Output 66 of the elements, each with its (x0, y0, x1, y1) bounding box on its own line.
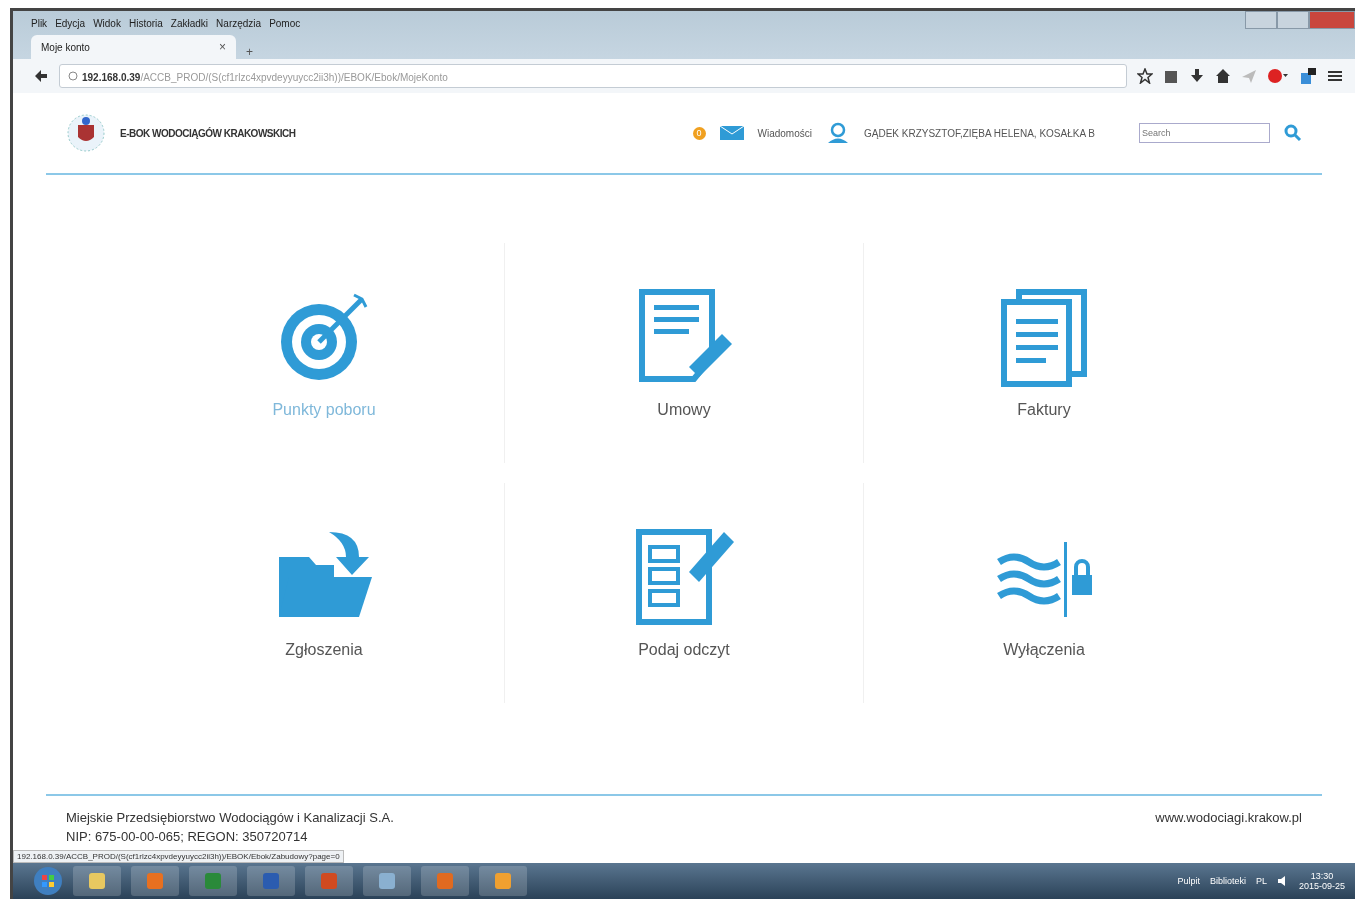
taskbar-app[interactable] (73, 866, 121, 896)
site-title: E-BOK WODOCIĄGÓW KRAKOWSKICH (120, 127, 296, 139)
taskbar-app[interactable] (189, 866, 237, 896)
form-pen-icon (634, 527, 734, 627)
taskbar-app[interactable] (131, 866, 179, 896)
download-icon[interactable] (1189, 68, 1205, 84)
menu-item[interactable]: Plik (31, 17, 48, 29)
app-icon (377, 871, 397, 891)
home-icon[interactable] (1215, 68, 1231, 84)
extension-icon[interactable] (1299, 67, 1317, 85)
menu-item[interactable]: Historia (128, 17, 163, 29)
menu-tile[interactable]: Umowy (504, 243, 864, 463)
menu-item[interactable]: Zakładki (170, 17, 209, 29)
maximize-button[interactable] (1277, 11, 1309, 29)
adblock-icon[interactable] (1267, 68, 1289, 84)
search-icon[interactable] (1284, 124, 1302, 142)
app-icon (319, 871, 339, 891)
menu-tile[interactable]: Faktury (864, 243, 1224, 463)
menu-item[interactable]: Widok (93, 17, 121, 29)
app-icon (261, 871, 281, 891)
search-field[interactable]: Search (1139, 123, 1270, 143)
clock-time: 13:30 (1310, 871, 1334, 881)
taskbar-app[interactable] (421, 866, 469, 896)
menu-item[interactable]: Narzędzia (216, 17, 262, 29)
minimize-button[interactable] (1245, 11, 1277, 29)
url-host: 192.168.0.39 (82, 72, 141, 83)
crest-logo (66, 113, 106, 153)
website-link[interactable]: www.wodociagi.krakow.pl (1155, 810, 1302, 844)
menu-tile[interactable]: Podaj odczyt (504, 483, 864, 703)
app-icon (435, 871, 455, 891)
envelope-icon[interactable] (719, 126, 744, 140)
toolbar-label[interactable]: Pulpit (1177, 876, 1200, 886)
browser-tab[interactable]: Moje konto × (31, 35, 236, 59)
language-indicator[interactable]: PL (1255, 876, 1267, 886)
menu-tile[interactable]: Zgłoszenia (144, 483, 504, 703)
new-tab-button[interactable]: + (246, 45, 253, 59)
menu-item[interactable]: Edycja (55, 17, 86, 29)
libraries-label[interactable]: Biblioteki (1209, 876, 1246, 886)
app-icon (203, 871, 223, 891)
menu-item[interactable]: Pomoc (269, 17, 301, 29)
taskbar-app[interactable] (479, 866, 527, 896)
tab-close-button[interactable]: × (219, 40, 226, 54)
messages-link[interactable]: Wiadomości (757, 127, 812, 139)
app-icon (145, 871, 165, 891)
star-icon[interactable] (1137, 68, 1153, 84)
send-icon[interactable] (1241, 68, 1257, 84)
close-button[interactable] (1309, 11, 1355, 29)
tab-title: Moje konto (41, 41, 90, 53)
back-icon[interactable] (33, 68, 49, 84)
start-icon[interactable] (33, 866, 63, 896)
company-ids: NIP: 675-00-00-065; REGON: 350720714 (66, 829, 309, 844)
url-path: /ACCB_PROD/(S(cf1rlzc4xpvdeyyuycc2ii3h))/EBOK/Ebok/MojeKonto (140, 72, 448, 83)
clock-date: 2015-09-25 (1298, 881, 1345, 891)
user-name[interactable]: GĄDEK KRZYSZTOF,ZIĘBA HELENA, KOSAŁKA B (864, 127, 1095, 139)
taskbar-app[interactable] (247, 866, 295, 896)
message-count: 0 (692, 126, 706, 140)
company-name: Miejskie Przedsiębiorstwo Wodociągów i Kanalizacji S.A. (66, 810, 394, 825)
taskbar-app[interactable] (363, 866, 411, 896)
user-icon[interactable] (826, 122, 850, 144)
menu-icon[interactable] (1327, 68, 1343, 84)
address-bar[interactable]: 192.168.0.39/ACCB_PROD/(S(cf1rlzc4xpvdeyyuycc2ii3h))/EBOK/Ebok/MojeKonto (59, 64, 1127, 88)
menu-tile[interactable]: Wyłączenia (864, 483, 1224, 703)
status-url: 192.168.0.39/ACCB_PROD/(S(cf1rlzc4xpvdeyyuycc2ii3h))/EBOK/Ebok/Zabudowy?page=0 (13, 850, 344, 863)
app-icon (493, 871, 513, 891)
taskbar-app[interactable] (305, 866, 353, 896)
app-icon (87, 871, 107, 891)
